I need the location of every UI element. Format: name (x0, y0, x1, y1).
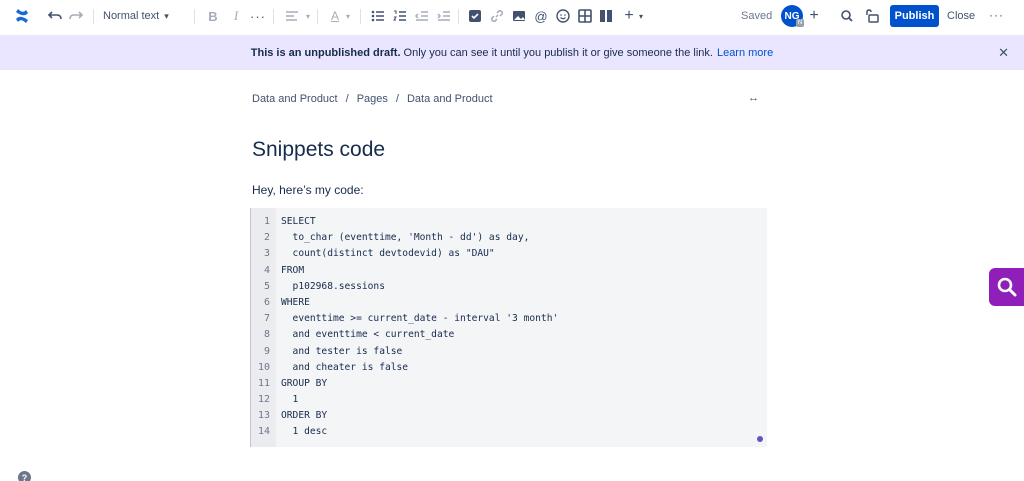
image-icon[interactable] (511, 8, 527, 24)
line-number: 4 (263, 264, 270, 276)
code-line: FROM (281, 264, 305, 276)
toolbar-divider (273, 9, 274, 24)
toolbar-divider (93, 9, 94, 24)
restrictions-icon[interactable] (864, 8, 880, 24)
search-icon (997, 277, 1016, 297)
code-line: to_char (eventtime, 'Month - dd') as day… (281, 232, 530, 244)
search-icon[interactable] (839, 8, 855, 24)
code-line: GROUP BY (281, 377, 328, 389)
redo-icon[interactable] (68, 8, 84, 24)
add-collaborator-icon[interactable]: + (805, 7, 823, 25)
line-number: 5 (263, 280, 270, 292)
floating-search-button[interactable] (989, 268, 1024, 306)
toolbar-divider (317, 9, 318, 24)
code-line: SELECT (281, 216, 316, 227)
bullet-list-icon[interactable] (370, 8, 386, 24)
line-number: 11 (257, 377, 270, 389)
editor-toolbar: Normal text ▾ B I ··· ▾ A ▾ @ + ▾ Saved … (0, 0, 1024, 33)
learn-more-link[interactable]: Learn more (717, 47, 773, 59)
mention-icon[interactable]: @ (533, 8, 549, 24)
close-button[interactable]: Close (947, 6, 975, 26)
line-number: 2 (263, 232, 270, 244)
line-number: 10 (257, 361, 270, 373)
breadcrumb-item-pages[interactable]: Pages (357, 93, 388, 105)
code-content[interactable]: SELECT to_char (eventtime, 'Month - dd')… (276, 208, 558, 447)
breadcrumb-item-parent[interactable]: Data and Product (407, 93, 493, 105)
bold-icon[interactable]: B (205, 8, 221, 24)
text-style-dropdown[interactable]: Normal text ▾ (103, 6, 169, 26)
link-icon[interactable] (489, 8, 505, 24)
breadcrumb: Data and Product / Pages / Data and Prod… (252, 93, 493, 105)
code-line: and cheater is false (281, 361, 409, 373)
help-icon[interactable]: ? (18, 471, 31, 481)
line-number-gutter: 1 2 3 4 5 6 7 8 9 10 11 12 13 14 (251, 208, 276, 447)
line-number: 9 (263, 345, 270, 357)
line-number: 13 (257, 410, 270, 422)
align-icon[interactable] (284, 8, 300, 24)
code-line: WHERE (281, 296, 310, 308)
save-status: Saved (741, 10, 773, 22)
banner-text: Only you can see it until you publish it… (400, 46, 713, 59)
code-line: and tester is false (281, 345, 403, 357)
close-icon[interactable]: ✕ (998, 45, 1009, 61)
avatar-badge: N (796, 19, 804, 27)
collaborator-cursor (757, 436, 763, 442)
emoji-icon[interactable] (555, 8, 571, 24)
line-number: 1 (263, 216, 270, 227)
numbered-list-icon[interactable] (392, 8, 408, 24)
chevron-down-icon[interactable]: ▾ (633, 8, 649, 24)
line-number: 7 (263, 313, 270, 325)
undo-icon[interactable] (47, 8, 63, 24)
full-width-icon[interactable]: ↔ (748, 92, 759, 104)
more-icon[interactable]: ··· (989, 8, 1004, 22)
toolbar-divider (360, 9, 361, 24)
draft-banner: This is an unpublished draft. Only you c… (0, 35, 1024, 70)
indent-icon[interactable] (436, 8, 452, 24)
code-line: p102968.sessions (281, 280, 385, 292)
code-line: eventtime >= current_date - interval '3 … (281, 313, 559, 325)
chevron-down-icon: ▾ (164, 10, 169, 21)
italic-icon[interactable]: I (228, 8, 244, 24)
outdent-icon[interactable] (414, 8, 430, 24)
code-line: 1 (281, 394, 299, 406)
line-number: 12 (257, 394, 270, 406)
publish-button[interactable]: Publish (890, 5, 939, 27)
code-line: ORDER BY (281, 410, 328, 422)
line-number: 8 (263, 329, 270, 341)
code-line: 1 desc (281, 426, 328, 438)
task-icon[interactable] (467, 8, 483, 24)
line-number: 3 (263, 248, 270, 260)
text-style-label: Normal text (103, 10, 160, 22)
breadcrumb-separator: / (395, 93, 399, 105)
layout-icon[interactable] (598, 8, 614, 24)
chevron-down-icon[interactable]: ▾ (300, 8, 316, 24)
toolbar-divider (194, 9, 195, 24)
code-line: and eventtime < current_date (281, 329, 455, 341)
page-title[interactable]: Snippets code (252, 138, 385, 162)
breadcrumb-item-space[interactable]: Data and Product (252, 93, 338, 105)
code-block[interactable]: 1 2 3 4 5 6 7 8 9 10 11 12 13 14 SELECT … (250, 208, 767, 447)
confluence-logo-icon[interactable] (14, 8, 30, 24)
line-number: 6 (263, 296, 270, 308)
paragraph[interactable]: Hey, here’s my code: (252, 183, 364, 197)
more-formatting-icon[interactable]: ··· (250, 8, 266, 24)
table-icon[interactable] (577, 8, 593, 24)
line-number: 14 (257, 426, 270, 438)
chevron-down-icon[interactable]: ▾ (340, 8, 356, 24)
banner-bold-text: This is an unpublished draft. (250, 46, 401, 59)
toolbar-divider (458, 9, 459, 24)
breadcrumb-separator: / (345, 93, 349, 105)
code-line: count(distinct devtodevid) as "DAU" (281, 248, 495, 260)
